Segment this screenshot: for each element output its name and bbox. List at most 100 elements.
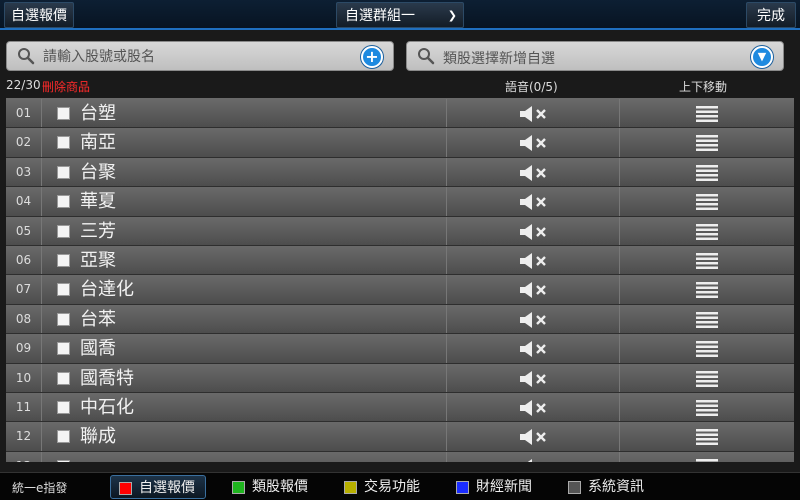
drag-handle-icon[interactable] — [696, 164, 718, 181]
mute-icon[interactable] — [519, 193, 551, 211]
table-row[interactable]: 08 台苯 — [6, 304, 794, 335]
row-number: 03 — [6, 157, 42, 187]
category-select-field[interactable]: 類股選擇新增自選 ▼ — [406, 41, 784, 71]
drag-handle-icon[interactable] — [696, 370, 718, 387]
top-bar: 自選報價 自選群組一 ❯ 完成 — [0, 0, 800, 30]
row-checkbox[interactable] — [57, 430, 70, 444]
row-checkbox[interactable] — [57, 371, 70, 385]
row-checkbox[interactable] — [57, 253, 70, 267]
mute-icon[interactable] — [519, 340, 551, 358]
row-number: 12 — [6, 422, 42, 451]
table-row[interactable]: 09 國喬 — [6, 334, 794, 364]
add-icon[interactable]: + — [361, 46, 383, 68]
title-button[interactable]: 自選報價 — [4, 2, 74, 28]
row-checkbox[interactable] — [57, 165, 70, 179]
stock-name: 台聚 — [80, 161, 116, 183]
mute-icon[interactable] — [519, 134, 551, 152]
table-row[interactable]: 07 台達化 — [6, 275, 794, 305]
category-select-placeholder: 類股選擇新增自選 — [443, 51, 555, 67]
drag-handle-icon[interactable] — [696, 282, 718, 299]
row-checkbox[interactable] — [57, 107, 70, 120]
table-row[interactable]: 12 聯成 — [6, 422, 794, 452]
color-square-icon — [119, 482, 132, 495]
mute-icon[interactable] — [519, 399, 551, 417]
mute-icon[interactable] — [519, 223, 551, 241]
drag-handle-icon[interactable] — [696, 429, 718, 446]
drag-handle-icon[interactable] — [696, 194, 718, 211]
mute-icon[interactable] — [519, 164, 551, 182]
row-checkbox[interactable] — [57, 283, 70, 297]
tab-3[interactable]: 交易功能 — [336, 475, 432, 499]
table-row[interactable]: 11 中石化 — [6, 392, 794, 423]
drag-handle-icon[interactable] — [696, 252, 718, 269]
drag-handle-icon[interactable] — [696, 399, 718, 416]
table-row[interactable]: 05 三芳 — [6, 216, 794, 246]
mute-icon[interactable] — [519, 428, 551, 446]
stock-name: 三芳 — [80, 220, 116, 242]
table-row[interactable]: 03 台聚 — [6, 157, 794, 188]
table-row[interactable]: 01 台塑 — [6, 99, 794, 129]
group-select-label: 自選群組一 — [345, 8, 415, 24]
row-checkbox[interactable] — [57, 342, 70, 356]
voice-cell — [446, 216, 620, 245]
done-button[interactable]: 完成 — [746, 2, 796, 28]
color-square-icon — [232, 481, 245, 494]
search-icon — [18, 48, 35, 65]
voice-column-header: 語音(0/5) — [505, 80, 558, 94]
mute-icon[interactable] — [519, 252, 551, 270]
item-count: 22/30 — [6, 78, 41, 92]
row-number: 07 — [6, 275, 42, 304]
group-select[interactable]: 自選群組一 ❯ — [336, 2, 464, 28]
chevron-down-icon[interactable]: ▼ — [751, 46, 773, 68]
drag-handle-icon[interactable] — [696, 106, 718, 122]
stock-search-input[interactable] — [43, 46, 343, 68]
drag-handle-icon[interactable] — [696, 135, 718, 152]
voice-cell — [446, 245, 620, 275]
tab-1[interactable]: 自選報價 — [110, 475, 206, 499]
drag-handle-icon[interactable] — [696, 341, 718, 358]
stock-search-field[interactable]: + — [6, 41, 394, 71]
voice-cell — [446, 392, 620, 422]
row-checkbox[interactable] — [57, 400, 70, 414]
stock-name: 國喬 — [80, 338, 116, 360]
table-row[interactable]: 10 國喬特 — [6, 363, 794, 393]
row-number: 05 — [6, 216, 42, 245]
voice-cell — [446, 187, 620, 216]
mute-icon[interactable] — [519, 370, 551, 388]
voice-cell — [446, 422, 620, 451]
row-checkbox[interactable] — [57, 224, 70, 238]
tab-4[interactable]: 財經新聞 — [448, 475, 544, 499]
row-number: 08 — [6, 304, 42, 334]
row-number: 11 — [6, 392, 42, 422]
drag-handle-icon[interactable] — [696, 223, 718, 240]
table-row[interactable]: 13 — [6, 451, 794, 462]
tab-5[interactable]: 系統資訊 — [560, 475, 656, 499]
stock-name: 南亞 — [80, 132, 116, 154]
row-checkbox[interactable] — [57, 312, 70, 326]
mute-icon[interactable] — [519, 281, 551, 299]
mute-icon[interactable] — [519, 311, 551, 329]
table-row[interactable]: 02 南亞 — [6, 128, 794, 158]
tab-label: 自選報價 — [139, 480, 195, 496]
row-number: 04 — [6, 187, 42, 216]
tab-2[interactable]: 類股報價 — [224, 475, 320, 499]
voice-cell — [446, 363, 620, 392]
tab-label: 財經新聞 — [476, 479, 532, 495]
delete-items-button[interactable]: 刪除商品 — [42, 78, 90, 95]
table-row[interactable]: 04 華夏 — [6, 187, 794, 217]
bottom-bar: 統一e指發 自選報價 類股報價 交易功能 財經新聞 系統資訊 — [0, 472, 800, 500]
chevron-down-icon: ❯ — [447, 9, 457, 22]
drag-handle-icon[interactable] — [696, 458, 718, 462]
tab-label: 系統資訊 — [588, 479, 644, 495]
voice-cell — [446, 128, 620, 157]
stock-name: 華夏 — [80, 191, 116, 213]
mute-icon[interactable] — [519, 105, 551, 123]
drag-handle-icon[interactable] — [696, 311, 718, 328]
brand-label: 統一e指發 — [12, 481, 68, 495]
mute-icon[interactable] — [519, 458, 551, 462]
row-checkbox[interactable] — [57, 195, 70, 209]
voice-cell — [446, 157, 620, 187]
row-checkbox[interactable] — [57, 459, 70, 462]
table-row[interactable]: 06 亞聚 — [6, 245, 794, 276]
row-checkbox[interactable] — [57, 136, 70, 150]
